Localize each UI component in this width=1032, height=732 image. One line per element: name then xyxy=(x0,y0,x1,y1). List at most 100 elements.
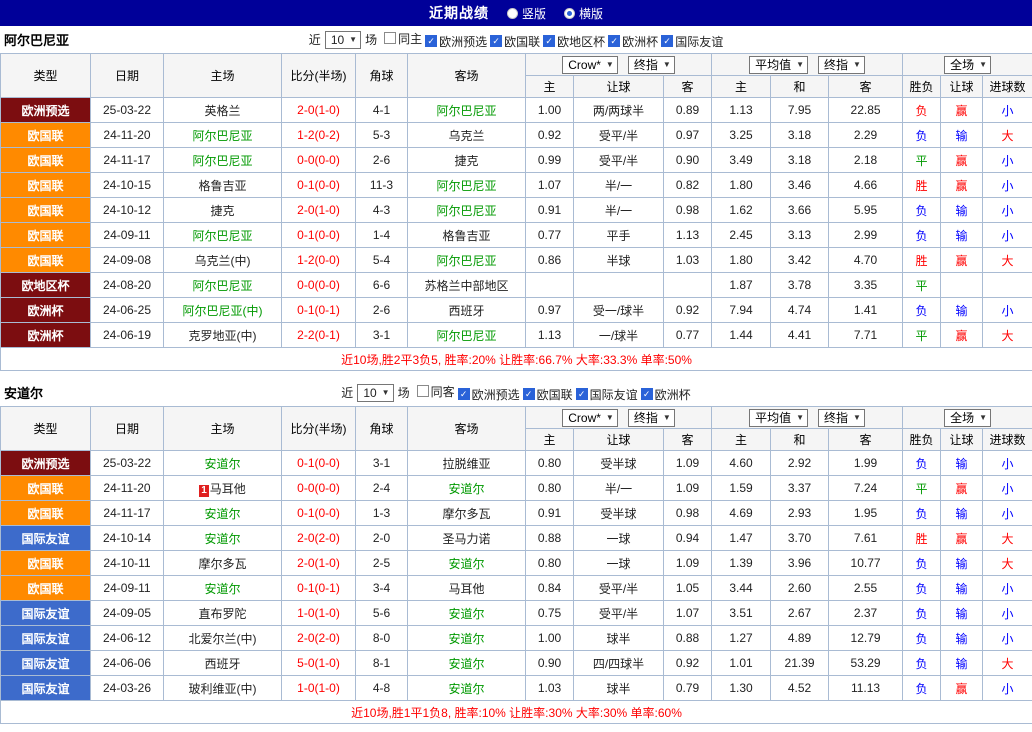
match-score[interactable]: 5-0(1-0) xyxy=(282,651,356,676)
company-select[interactable]: Crow* ▼ xyxy=(562,56,618,74)
home-team[interactable]: 北爱尔兰(中) xyxy=(164,626,282,651)
away-team[interactable]: 安道尔 xyxy=(408,626,526,651)
away-team[interactable]: 阿尔巴尼亚 xyxy=(408,248,526,273)
filter-checkbox[interactable]: ✓国际友谊 xyxy=(661,33,723,50)
away-team[interactable]: 格鲁吉亚 xyxy=(408,223,526,248)
company-final-select[interactable]: 终指 ▼ xyxy=(628,56,675,74)
average-select[interactable]: 平均值 ▼ xyxy=(749,409,808,427)
away-team[interactable]: 苏格兰中部地区 xyxy=(408,273,526,298)
home-team[interactable]: 安道尔 xyxy=(164,576,282,601)
radio-icon[interactable] xyxy=(507,8,518,19)
average-select[interactable]: 平均值 ▼ xyxy=(749,56,808,74)
checkbox-icon[interactable]: ✓ xyxy=(576,388,588,400)
fulltime-select[interactable]: 全场 ▼ xyxy=(944,56,991,74)
away-team[interactable]: 西班牙 xyxy=(408,298,526,323)
match-score[interactable]: 0-0(0-0) xyxy=(282,273,356,298)
away-team[interactable]: 拉脱维亚 xyxy=(408,451,526,476)
match-score[interactable]: 2-0(2-0) xyxy=(282,526,356,551)
away-team[interactable]: 安道尔 xyxy=(408,601,526,626)
match-score[interactable]: 2-0(1-0) xyxy=(282,98,356,123)
away-team[interactable]: 捷克 xyxy=(408,148,526,173)
away-team[interactable]: 阿尔巴尼亚 xyxy=(408,173,526,198)
match-score[interactable]: 0-1(0-0) xyxy=(282,451,356,476)
checkbox-icon[interactable] xyxy=(384,32,396,44)
away-team[interactable]: 摩尔多瓦 xyxy=(408,501,526,526)
home-team[interactable]: 安道尔 xyxy=(164,501,282,526)
checkbox-icon[interactable]: ✓ xyxy=(490,35,502,47)
match-score[interactable]: 0-1(0-0) xyxy=(282,223,356,248)
away-team[interactable]: 马耳他 xyxy=(408,576,526,601)
filter-checkbox[interactable]: ✓欧国联 xyxy=(523,386,573,403)
home-team[interactable]: 直布罗陀 xyxy=(164,601,282,626)
filter-checkbox[interactable]: ✓欧洲杯 xyxy=(608,33,658,50)
match-score[interactable]: 1-2(0-2) xyxy=(282,123,356,148)
company-select[interactable]: Crow* ▼ xyxy=(562,409,618,427)
radio-selected-icon[interactable] xyxy=(564,8,575,19)
home-team[interactable]: 阿尔巴尼亚(中) xyxy=(164,298,282,323)
away-team[interactable]: 阿尔巴尼亚 xyxy=(408,98,526,123)
home-team[interactable]: 格鲁吉亚 xyxy=(164,173,282,198)
average-final-select[interactable]: 终指 ▼ xyxy=(818,409,865,427)
match-count-select[interactable]: 10 ▼ xyxy=(325,31,361,49)
checkbox-icon[interactable]: ✓ xyxy=(458,388,470,400)
match-score[interactable]: 0-1(0-0) xyxy=(282,501,356,526)
match-score[interactable]: 2-2(0-1) xyxy=(282,323,356,348)
match-score[interactable]: 2-0(1-0) xyxy=(282,198,356,223)
away-team[interactable]: 圣马力诺 xyxy=(408,526,526,551)
layout-option-vertical[interactable]: 竖版 xyxy=(507,5,546,22)
checkbox-icon[interactable]: ✓ xyxy=(661,35,673,47)
home-team[interactable]: 阿尔巴尼亚 xyxy=(164,148,282,173)
match-score[interactable]: 1-2(0-0) xyxy=(282,248,356,273)
average-final-select[interactable]: 终指 ▼ xyxy=(818,56,865,74)
home-team[interactable]: 阿尔巴尼亚 xyxy=(164,123,282,148)
match-score[interactable]: 1-0(1-0) xyxy=(282,601,356,626)
filter-checkbox[interactable]: 同客 xyxy=(417,383,455,400)
home-team[interactable]: 安道尔 xyxy=(164,451,282,476)
away-team[interactable]: 安道尔 xyxy=(408,676,526,701)
away-team[interactable]: 安道尔 xyxy=(408,651,526,676)
home-team[interactable]: 乌克兰(中) xyxy=(164,248,282,273)
company-final-select[interactable]: 终指 ▼ xyxy=(628,409,675,427)
away-team[interactable]: 阿尔巴尼亚 xyxy=(408,198,526,223)
home-team[interactable]: 捷克 xyxy=(164,198,282,223)
home-team[interactable]: 阿尔巴尼亚 xyxy=(164,223,282,248)
away-team[interactable]: 安道尔 xyxy=(408,476,526,501)
filter-checkbox[interactable]: ✓欧洲预选 xyxy=(458,386,520,403)
away-team[interactable]: 乌克兰 xyxy=(408,123,526,148)
filter-checkbox[interactable]: ✓欧洲杯 xyxy=(641,386,691,403)
checkbox-icon[interactable]: ✓ xyxy=(425,35,437,47)
match-score[interactable]: 0-0(0-0) xyxy=(282,148,356,173)
away-team[interactable]: 安道尔 xyxy=(408,551,526,576)
checkbox-icon[interactable]: ✓ xyxy=(641,388,653,400)
filter-checkbox[interactable]: ✓国际友谊 xyxy=(576,386,638,403)
layout-option-horizontal[interactable]: 横版 xyxy=(564,5,603,22)
match-score[interactable]: 2-0(1-0) xyxy=(282,551,356,576)
home-team[interactable]: 摩尔多瓦 xyxy=(164,551,282,576)
home-team[interactable]: 阿尔巴尼亚 xyxy=(164,273,282,298)
match-score[interactable]: 1-0(1-0) xyxy=(282,676,356,701)
home-team[interactable]: 玻利维亚(中) xyxy=(164,676,282,701)
filter-checkbox[interactable]: ✓欧国联 xyxy=(490,33,540,50)
checkbox-icon[interactable] xyxy=(417,385,429,397)
fulltime-select[interactable]: 全场 ▼ xyxy=(944,409,991,427)
filter-checkbox[interactable]: ✓欧地区杯 xyxy=(543,33,605,50)
filter-checkbox[interactable]: 同主 xyxy=(384,30,422,47)
match-score[interactable]: 0-1(0-1) xyxy=(282,298,356,323)
checkbox-icon[interactable]: ✓ xyxy=(523,388,535,400)
match-score[interactable]: 0-1(0-0) xyxy=(282,173,356,198)
checkbox-icon[interactable]: ✓ xyxy=(608,35,620,47)
home-team[interactable]: 克罗地亚(中) xyxy=(164,323,282,348)
home-team[interactable]: 安道尔 xyxy=(164,526,282,551)
match-score[interactable]: 0-0(0-0) xyxy=(282,476,356,501)
checkbox-icon[interactable]: ✓ xyxy=(543,35,555,47)
away-team[interactable]: 阿尔巴尼亚 xyxy=(408,323,526,348)
home-team[interactable]: 英格兰 xyxy=(164,98,282,123)
match-count-select[interactable]: 10 ▼ xyxy=(357,384,393,402)
avg-away: 3.35 xyxy=(829,273,903,298)
match-score[interactable]: 0-1(0-1) xyxy=(282,576,356,601)
home-team[interactable]: 1马耳他 xyxy=(164,476,282,501)
match-score[interactable]: 2-0(2-0) xyxy=(282,626,356,651)
home-team[interactable]: 西班牙 xyxy=(164,651,282,676)
goals-result-cell: 大 xyxy=(983,526,1032,551)
filter-checkbox[interactable]: ✓欧洲预选 xyxy=(425,33,487,50)
